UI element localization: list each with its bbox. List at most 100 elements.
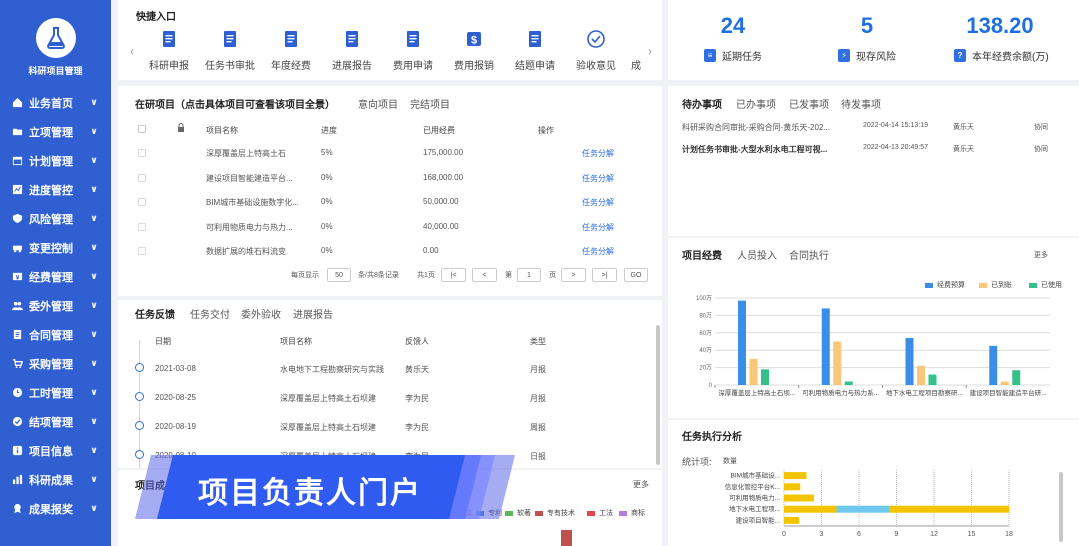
row-checkbox[interactable] [138, 222, 146, 231]
results-legend-item[interactable]: 专有技术 [535, 508, 575, 518]
sidebar-item-5[interactable]: 变更控制 ∨ [0, 233, 111, 262]
chevron-down-icon: ∨ [90, 126, 98, 136]
expense-apply-icon [404, 30, 422, 48]
row-checkbox[interactable] [138, 198, 146, 206]
task-breakdown-link[interactable]: 任务分解 [582, 246, 614, 257]
funding-bar-chart: 0 20万 40万 60万 80万 100万深厚覆盖层上特高土石坝... 可利用物质电力与热… [696, 295, 1050, 397]
timeline-line [139, 340, 140, 468]
y-tick-label: 40万 [699, 347, 712, 354]
sidebar-item-label: 变更控制 [29, 242, 73, 255]
last-page-button[interactable]: >| [592, 268, 617, 282]
go-button[interactable]: GO [624, 268, 648, 282]
chevron-down-icon: ∨ [90, 358, 98, 368]
bar [905, 338, 914, 385]
results-more-link[interactable]: 更多 [633, 479, 649, 490]
feedback-type: 月报 [530, 365, 546, 374]
row-checkbox[interactable] [138, 149, 146, 157]
quick-access-item-7[interactable]: 验收意见 [566, 30, 626, 72]
tab-todo[interactable]: 待办事项 [682, 96, 722, 111]
quick-access-item-3[interactable]: 进展报告 [322, 30, 382, 72]
table-cell-progress: 0% [321, 172, 333, 182]
tab-task-delivery[interactable]: 任务交付 [190, 306, 230, 321]
sidebar-item-2[interactable]: 计划管理 ∨ [0, 146, 111, 175]
tab-done[interactable]: 已办事项 [736, 96, 776, 111]
tab-outsource-acceptance[interactable]: 委外验收 [241, 306, 281, 321]
tab-completed-projects[interactable]: 完结项目 [410, 96, 450, 111]
sidebar-item-1[interactable]: 立项管理 ∨ [0, 117, 111, 146]
quick-access-prev-arrow[interactable]: ‹ [130, 44, 134, 58]
sidebar-item-10[interactable]: 工时管理 ∨ [0, 378, 111, 407]
sidebar-item-4[interactable]: 风险管理 ∨ [0, 204, 111, 233]
select-all-checkbox[interactable] [138, 125, 146, 133]
sidebar-item-8[interactable]: 合同管理 ∨ [0, 320, 111, 349]
task-breakdown-link[interactable]: 任务分解 [582, 197, 614, 208]
feedback-date: 2020-08-25 [155, 393, 196, 402]
quick-access-item-6[interactable]: 结题申请 [505, 30, 565, 72]
quick-access-item-1[interactable]: 任务书审批 [200, 30, 260, 72]
todo-title[interactable]: 科研采购合同审批-采购合同-黄乐天-202... [682, 122, 854, 133]
todo-status: 协同 [1034, 124, 1048, 131]
page-number-input[interactable]: 1 [517, 268, 541, 282]
first-page-button[interactable]: |< [441, 268, 466, 282]
tab-to-send[interactable]: 待发事项 [841, 96, 881, 111]
sidebar-item-13[interactable]: 科研成果 ∨ [0, 465, 111, 494]
sidebar-item-3[interactable]: 进度管控 ∨ [0, 175, 111, 204]
sidebar-item-9[interactable]: 采购管理 ∨ [0, 349, 111, 378]
quick-access-item-5[interactable]: $ 费用报销 [444, 30, 504, 72]
y-tick-label: 信息化管控平台K... [725, 482, 780, 491]
tab-progress-report[interactable]: 进展报告 [293, 306, 333, 321]
quick-access-item-2[interactable]: 年度经费 [261, 30, 321, 72]
sidebar-item-7[interactable]: 委外管理 ∨ [0, 291, 111, 320]
task-breakdown-link[interactable]: 任务分解 [582, 173, 614, 184]
row-checkbox[interactable] [138, 247, 146, 255]
task-breakdown-link[interactable]: 任务分解 [582, 222, 614, 233]
x-tick-label: 0 [782, 531, 786, 538]
reimburse-icon: $ [465, 30, 483, 48]
bar [761, 369, 769, 385]
task-breakdown-link[interactable]: 任务分解 [582, 148, 614, 159]
tab-task-feedback[interactable]: 任务反馈 [135, 306, 175, 321]
clock-icon [12, 387, 23, 398]
stat-label-risk: ⚡ 现存风险 [838, 48, 896, 63]
tab-active-projects[interactable]: 在研项目（点击具体项目可查看该项目全景） [135, 96, 335, 111]
sidebar-item-label: 委外管理 [29, 300, 73, 313]
chevron-down-icon: ∨ [90, 474, 98, 484]
results-legend-item[interactable]: 工法 [587, 508, 613, 518]
sidebar-item-12[interactable]: 项目信息 ∨ [0, 436, 111, 465]
sidebar-item-label: 风险管理 [29, 213, 73, 226]
sidebar-item-6[interactable]: ¥ 经费管理 ∨ [0, 262, 111, 291]
table-cell-cost: 50,000.00 [423, 197, 459, 206]
quick-access-label: 验收意见 [576, 61, 616, 72]
results-legend-item[interactable]: 商标 [619, 508, 645, 518]
logo: 科研项目管理 [0, 0, 111, 88]
row-checkbox[interactable] [138, 173, 146, 182]
feedback-scrollbar[interactable] [656, 325, 660, 465]
sidebar-item-14[interactable]: 成果报奖 ∨ [0, 494, 111, 523]
timeline-dot [135, 363, 144, 372]
table-cell-name: 数据扩展的堆石料流变 [206, 247, 286, 256]
analysis-scrollbar[interactable] [1059, 472, 1063, 542]
sidebar-item-0[interactable]: 业务首页 ∨ [0, 88, 111, 117]
table-cell-progress: 0% [321, 246, 333, 255]
todo-person: 黄乐天 [953, 146, 974, 153]
quick-access-item-0[interactable]: 科研申报 [139, 30, 199, 72]
sidebar-item-label: 工时管理 [29, 387, 73, 400]
chevron-down-icon: ∨ [90, 503, 98, 513]
feedback-panel: 任务反馈 任务交付 委外验收 进展报告 日期 项目名称 反馈人 类型 2021-… [118, 300, 662, 468]
projects-panel: 在研项目（点击具体项目可查看该项目全景） 意向项目 完结项目 项目名称 进度 已… [118, 86, 662, 296]
quick-access-label: 费用申请 [393, 61, 433, 72]
per-page-select[interactable]: 50 [327, 268, 351, 282]
quick-access-item-4[interactable]: 费用申请 [383, 30, 443, 72]
chevron-down-icon: ∨ [90, 242, 98, 252]
todo-title[interactable]: 计划任务书审批-大型水利水电工程可视... [682, 144, 854, 155]
prev-page-button[interactable]: < [472, 268, 497, 282]
quick-access-item-8[interactable]: 成 [627, 30, 647, 72]
bar [844, 381, 853, 385]
sidebar-item-11[interactable]: 结项管理 ∨ [0, 407, 111, 436]
quick-access-next-arrow[interactable]: › [648, 44, 652, 58]
sidebar-nav: 业务首页 ∨ 立项管理 ∨ 计划管理 ∨ 进度管控 ∨ 风险管理 ∨ 变更控制 ∨ ¥ 经费管理 ∨ 委外管理… [0, 88, 111, 523]
tab-intended-projects[interactable]: 意向项目 [358, 96, 398, 111]
todo-panel: 待办事项 已办事项 已发事项 待发事项 科研采购合同审批-采购合同-黄乐天-20… [668, 86, 1079, 236]
next-page-button[interactable]: > [561, 268, 586, 282]
tab-sent[interactable]: 已发事项 [789, 96, 829, 111]
